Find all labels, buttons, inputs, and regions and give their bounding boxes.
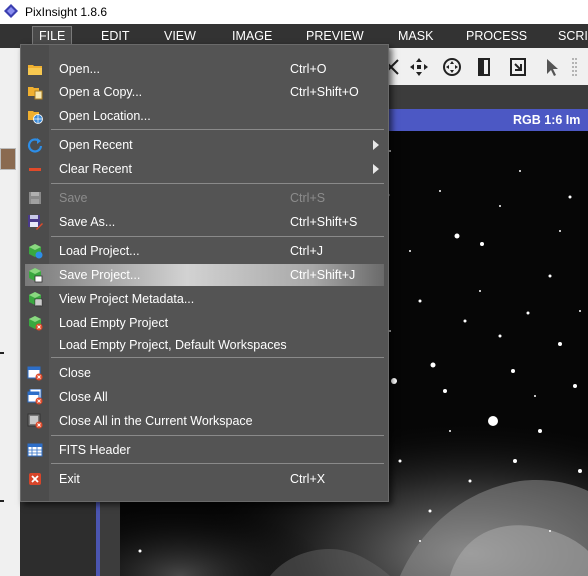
menu-separator bbox=[51, 183, 384, 184]
menu-item-label: Save As... bbox=[59, 215, 116, 229]
window-title: PixInsight 1.8.6 bbox=[25, 5, 108, 19]
save-as-icon bbox=[28, 215, 43, 230]
menu-item-label: View Project Metadata... bbox=[59, 292, 195, 306]
avatar bbox=[0, 148, 16, 170]
empty-project-icon bbox=[29, 316, 43, 331]
image-title: RGB 1:6 Im bbox=[513, 113, 581, 127]
project-metadata-icon bbox=[29, 292, 43, 307]
menu-item-label: Exit bbox=[59, 472, 80, 486]
pointer-icon[interactable] bbox=[541, 56, 563, 78]
menu-item-shortcut: Ctrl+Shift+O bbox=[290, 85, 359, 99]
menu-item-close-all-in-current-workspace[interactable]: Close All in the Current Workspace bbox=[21, 410, 388, 432]
file-menu-dropdown: Open... Ctrl+O Open a Copy... Ctrl+Shift… bbox=[20, 44, 389, 502]
menu-item-label: Open... bbox=[59, 62, 100, 76]
page-icon[interactable] bbox=[474, 56, 496, 78]
menu-item-shortcut: Ctrl+Shift+J bbox=[290, 268, 356, 282]
menu-item-label: Save bbox=[59, 191, 88, 205]
menu-item-shortcut: Ctrl+O bbox=[290, 62, 327, 76]
menu-item-label: Open a Copy... bbox=[59, 85, 143, 99]
menu-item-fits-header[interactable]: FITS Header bbox=[21, 439, 388, 461]
divider bbox=[0, 352, 4, 354]
menu-item-view-project-metadata[interactable]: View Project Metadata... bbox=[21, 288, 388, 310]
menu-item-shortcut: Ctrl+X bbox=[290, 472, 326, 486]
submenu-arrow-icon bbox=[373, 140, 379, 150]
menu-item-save[interactable]: Save Ctrl+S bbox=[21, 187, 388, 209]
move-icon[interactable] bbox=[408, 56, 430, 78]
left-side-panel bbox=[0, 48, 20, 576]
menu-item-open-location[interactable]: Open Location... bbox=[21, 105, 388, 127]
submenu-arrow-icon bbox=[373, 164, 379, 174]
folder-open-icon bbox=[28, 65, 42, 75]
close-workspace-icon bbox=[27, 413, 43, 429]
menu-mask[interactable]: MASK bbox=[398, 29, 433, 43]
menu-script[interactable]: SCRI bbox=[558, 29, 588, 43]
menu-item-shortcut: Ctrl+J bbox=[290, 244, 323, 258]
load-project-icon bbox=[29, 244, 43, 259]
menu-item-label: Load Empty Project bbox=[59, 316, 169, 330]
menu-item-label: Open Recent bbox=[59, 138, 133, 152]
menu-item-load-empty-project[interactable]: Load Empty Project bbox=[21, 312, 388, 334]
menu-item-open-a-copy[interactable]: Open a Copy... Ctrl+Shift+O bbox=[21, 81, 388, 103]
menu-item-label: Save Project... bbox=[59, 268, 141, 282]
menu-view[interactable]: VIEW bbox=[164, 29, 196, 43]
save-icon bbox=[29, 192, 41, 204]
toolbar bbox=[383, 48, 588, 85]
menu-item-label: Close bbox=[59, 366, 91, 380]
menu-item-label: Close All bbox=[59, 390, 108, 404]
menu-item-label: Clear Recent bbox=[59, 162, 132, 176]
menu-item-load-project[interactable]: Load Project... Ctrl+J bbox=[21, 240, 388, 262]
menu-item-load-empty-project-default-workspaces[interactable]: Load Empty Project, Default Workspaces bbox=[21, 334, 388, 356]
title-bar: PixInsight 1.8.6 bbox=[0, 0, 588, 24]
menu-item-shortcut: Ctrl+Shift+S bbox=[290, 215, 358, 229]
menu-item-clear-recent[interactable]: Clear Recent bbox=[21, 158, 388, 180]
menu-item-close[interactable]: Close bbox=[21, 362, 388, 384]
image-title-bar[interactable]: RGB 1:6 Im bbox=[386, 109, 588, 131]
pixinsight-logo-icon bbox=[4, 4, 18, 18]
close-window-icon bbox=[27, 366, 43, 381]
menu-separator bbox=[51, 357, 384, 358]
preview-icon[interactable] bbox=[507, 56, 529, 78]
exit-icon bbox=[29, 473, 41, 485]
menu-process[interactable]: PROCESS bbox=[466, 29, 527, 43]
menu-item-label: Close All in the Current Workspace bbox=[59, 414, 253, 428]
menu-image[interactable]: IMAGE bbox=[232, 29, 272, 43]
menu-item-label: Open Location... bbox=[59, 109, 151, 123]
divider bbox=[0, 500, 4, 502]
menu-item-open[interactable]: Open... Ctrl+O bbox=[21, 58, 388, 80]
menu-separator bbox=[51, 129, 384, 130]
menu-separator bbox=[51, 463, 384, 464]
menu-item-save-project[interactable]: Save Project... Ctrl+Shift+J bbox=[25, 264, 384, 286]
close-all-icon bbox=[27, 389, 43, 405]
clear-dash-icon bbox=[29, 168, 41, 171]
menu-separator bbox=[51, 236, 384, 237]
save-project-icon bbox=[29, 268, 43, 283]
menu-file[interactable]: FILE bbox=[32, 26, 73, 46]
menu-item-shortcut: Ctrl+S bbox=[290, 191, 326, 205]
menu-preview[interactable]: PREVIEW bbox=[306, 29, 364, 43]
pan-icon[interactable] bbox=[441, 56, 463, 78]
toolbar-separator-icon bbox=[572, 58, 577, 76]
fits-header-table-icon bbox=[27, 443, 43, 457]
image-window-header bbox=[386, 85, 588, 109]
menu-item-label: Load Empty Project, Default Workspaces bbox=[59, 338, 287, 352]
menu-item-save-as[interactable]: Save As... Ctrl+Shift+S bbox=[21, 211, 388, 233]
menu-item-close-all[interactable]: Close All bbox=[21, 386, 388, 408]
folder-copy-icon bbox=[28, 87, 43, 100]
menu-item-exit[interactable]: Exit Ctrl+X bbox=[21, 468, 388, 490]
reload-icon bbox=[27, 138, 43, 153]
menu-separator bbox=[51, 435, 384, 436]
menu-item-label: FITS Header bbox=[59, 443, 131, 457]
menu-item-label: Load Project... bbox=[59, 244, 140, 258]
menu-edit[interactable]: EDIT bbox=[101, 29, 129, 43]
menu-item-open-recent[interactable]: Open Recent bbox=[21, 134, 388, 156]
globe-location-icon bbox=[28, 111, 43, 124]
